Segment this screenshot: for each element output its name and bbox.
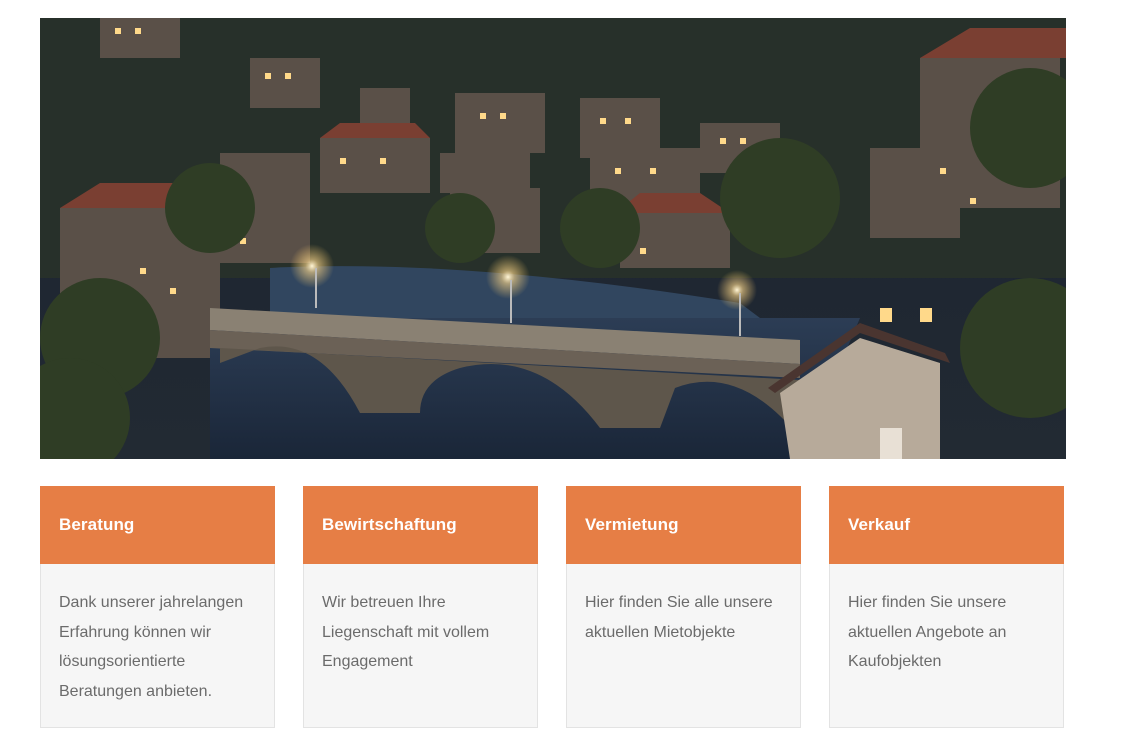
service-card-verkauf[interactable]: Verkauf Hier finden Sie unsere aktuellen… [829, 486, 1064, 728]
services-section: Beratung Dank unserer jahrelangen Erfahr… [40, 486, 1066, 729]
service-card-bewirtschaftung[interactable]: Bewirtschaftung Wir betreuen Ihre Liegen… [303, 486, 538, 728]
service-card-text: Hier finden Sie unsere aktuellen Angebot… [848, 594, 1007, 670]
hero-image [40, 18, 1066, 459]
service-card-title[interactable]: Bewirtschaftung [322, 515, 457, 535]
service-card-title[interactable]: Beratung [59, 515, 134, 535]
hero-photo-illustration [40, 18, 1066, 459]
service-card-title[interactable]: Vermietung [585, 515, 679, 535]
service-card-header[interactable]: Vermietung [566, 486, 801, 564]
service-card-text: Hier finden Sie alle unsere aktuellen Mi… [585, 594, 773, 641]
service-card-vermietung[interactable]: Vermietung Hier finden Sie alle unsere a… [566, 486, 801, 728]
service-card-beratung[interactable]: Beratung Dank unserer jahrelangen Erfahr… [40, 486, 275, 728]
service-card-header[interactable]: Verkauf [829, 486, 1064, 564]
service-card-text: Dank unserer jahrelangen Erfahrung könne… [59, 594, 244, 700]
service-card-text: Wir betreuen Ihre Liegenschaft mit volle… [322, 594, 490, 670]
service-card-title[interactable]: Verkauf [848, 515, 910, 535]
service-card-header[interactable]: Beratung [40, 486, 275, 564]
service-card-header[interactable]: Bewirtschaftung [303, 486, 538, 564]
